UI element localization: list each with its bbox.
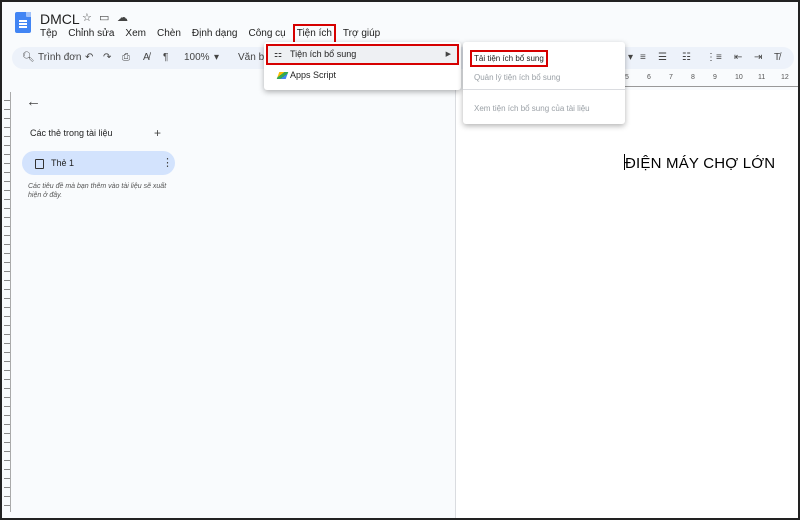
tab-item-the-1[interactable]: Thẻ 1 ⋮ xyxy=(22,151,175,175)
menu-tools[interactable]: Công cụ xyxy=(248,28,285,42)
vertical-ruler[interactable] xyxy=(4,92,11,512)
panel-heading: Các thẻ trong tài liệu xyxy=(30,128,113,138)
star-icon[interactable]: ☆ xyxy=(82,11,92,24)
chevron-down-icon[interactable]: ▾ xyxy=(214,52,219,63)
ruler-number: 12 xyxy=(781,74,789,81)
decrease-indent-icon[interactable]: ⇤ xyxy=(734,52,742,63)
outline-hint: Các tiêu đề mà bạn thêm vào tài liệu sẽ … xyxy=(28,183,167,199)
manage-addons-item: Quản lý tiện ích bổ sung xyxy=(474,73,561,82)
app-window: DMCL ☆ ▭ ☁ Tệp Chỉnh sửa Xem Chèn Định d… xyxy=(0,0,800,520)
document-line: ĐIỆN MÁY CHỢ LỚN xyxy=(625,155,776,172)
get-addons-item[interactable]: Tải tiện ích bổ sung xyxy=(470,50,548,67)
menu-insert[interactable]: Chèn xyxy=(157,28,181,42)
docs-logo-icon[interactable] xyxy=(15,12,31,33)
apps-script-icon xyxy=(276,72,289,79)
back-arrow-icon[interactable]: ← xyxy=(26,93,41,110)
tab-document-icon xyxy=(35,159,44,169)
add-tab-icon[interactable]: + xyxy=(154,126,161,140)
document-title[interactable]: DMCL xyxy=(40,11,80,27)
menu-bar: Tệp Chỉnh sửa Xem Chèn Định dạng Công cụ… xyxy=(40,24,391,46)
numbered-list-icon[interactable]: ⋮≡ xyxy=(706,52,722,63)
undo-icon[interactable]: ↶ xyxy=(85,52,93,63)
menu-view[interactable]: Xem xyxy=(125,28,146,42)
menu-extensions[interactable]: Tiện ích xyxy=(292,24,336,46)
menu-item-addons[interactable]: ⚏ Tiện ích bổ sung ▶ xyxy=(266,44,459,65)
clear-formatting-icon[interactable]: T̸ xyxy=(774,52,780,63)
ruler-number: 10 xyxy=(735,74,743,81)
bullet-list-icon[interactable]: ☷ xyxy=(682,52,691,63)
ruler-number: 9 xyxy=(713,74,717,81)
ruler-number: 8 xyxy=(691,74,695,81)
tab-label: Thẻ 1 xyxy=(51,158,75,168)
increase-indent-icon[interactable]: ⇥ xyxy=(754,52,762,63)
chevron-down-icon[interactable]: ▾ xyxy=(628,52,633,63)
cloud-status-icon[interactable]: ☁ xyxy=(117,11,128,24)
spellcheck-icon[interactable]: A̸ xyxy=(143,52,150,63)
menu-file[interactable]: Tệp xyxy=(40,28,57,42)
document-page[interactable]: ĐIỆN MÁY CHỢ LỚN xyxy=(455,90,798,518)
more-options-icon[interactable]: ⋮ xyxy=(162,156,173,169)
horizontal-ruler[interactable]: 5 6 7 8 9 10 11 12 xyxy=(622,74,798,87)
move-folder-icon[interactable]: ▭ xyxy=(99,11,109,24)
submenu-arrow-icon: ▶ xyxy=(445,51,451,58)
title-bar: DMCL ☆ ▭ ☁ Tệp Chỉnh sửa Xem Chèn Định d… xyxy=(2,2,798,46)
search-menus-label[interactable]: Trình đơn xyxy=(38,52,81,63)
redo-icon[interactable]: ↷ xyxy=(103,52,111,63)
search-icon[interactable]: 🔍︎ xyxy=(22,52,35,63)
menu-divider xyxy=(463,89,625,90)
document-text[interactable]: ĐIỆN MÁY CHỢ LỚN xyxy=(624,154,775,172)
menu-item-label: Tiện ích bổ sung xyxy=(290,49,357,59)
menu-item-label: Apps Script xyxy=(290,70,337,80)
menu-edit[interactable]: Chỉnh sửa xyxy=(68,28,114,42)
ruler-number: 6 xyxy=(647,74,651,81)
line-spacing-icon[interactable]: ≡ xyxy=(640,52,646,63)
addons-icon: ⚏ xyxy=(274,49,283,59)
extensions-dropdown: ⚏ Tiện ích bổ sung ▶ Apps Script xyxy=(264,42,461,90)
ruler-number: 11 xyxy=(758,74,766,81)
print-icon[interactable]: ⎙ xyxy=(122,52,130,63)
menu-help[interactable]: Trợ giúp xyxy=(343,28,380,42)
ruler-number: 7 xyxy=(669,74,673,81)
document-addons-item: Xem tiện ích bổ sung của tài liệu xyxy=(474,104,590,113)
menu-item-apps-script[interactable]: Apps Script xyxy=(268,67,457,84)
zoom-select[interactable]: 100% xyxy=(184,52,210,63)
addons-submenu: Tải tiện ích bổ sung Quản lý tiện ích bổ… xyxy=(463,42,625,124)
document-tabs-panel: ← Các thẻ trong tài liệu + Thẻ 1 ⋮ Các t… xyxy=(12,90,187,510)
menu-format[interactable]: Định dạng xyxy=(192,28,238,42)
checklist-icon[interactable]: ☰ xyxy=(658,52,667,63)
ruler-number: 5 xyxy=(625,74,629,81)
paint-format-icon[interactable]: ¶ xyxy=(163,52,168,63)
